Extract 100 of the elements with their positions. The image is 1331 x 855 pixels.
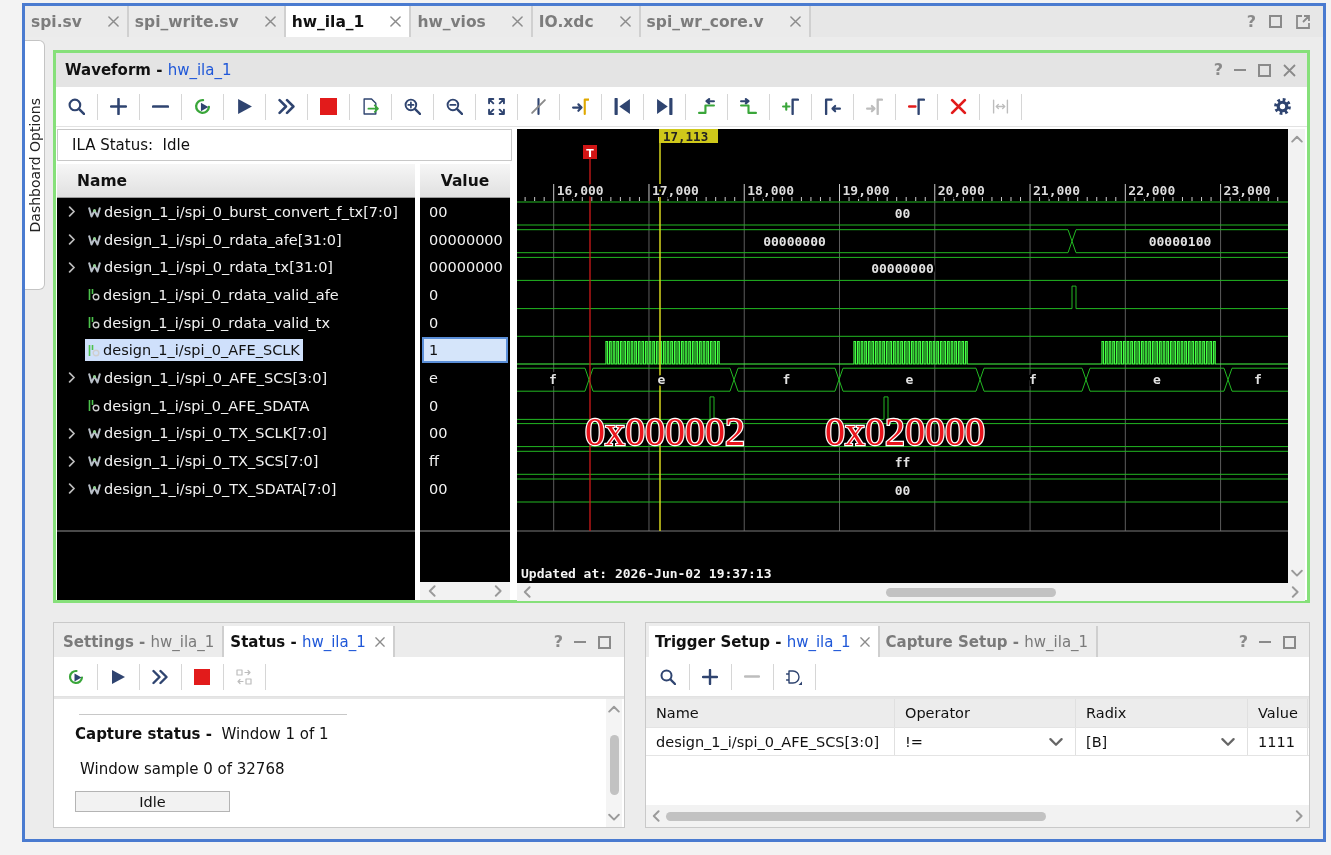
column-header[interactable]: Value	[420, 164, 510, 198]
signal-value: 1	[422, 337, 508, 364]
maximize-button[interactable]	[1266, 12, 1285, 31]
signal-name[interactable]: design_1_i/spi_0_TX_SCLK[7:0]	[85, 422, 330, 445]
close-icon[interactable]	[264, 16, 276, 27]
play-icon	[110, 668, 126, 685]
search-icon	[67, 98, 85, 115]
editor-tab[interactable]: spi_wr_core.v	[640, 6, 811, 37]
bus-value: 00000100	[1148, 233, 1212, 249]
signal-name[interactable]: design_1_i/spi_0_rdata_valid_tx	[85, 311, 334, 334]
signal-value: 0	[428, 396, 440, 416]
step-arrow-icon	[739, 98, 757, 115]
editor-tab[interactable]: IO.xdc	[532, 6, 641, 37]
column-header[interactable]: Name	[646, 699, 895, 727]
signal-name[interactable]: design_1_i/spi_0_AFE_SDATA	[85, 394, 313, 417]
signal-name[interactable]: design_1_i/spi_0_rdata_afe[31:0]	[85, 228, 345, 251]
chevron-icon[interactable]	[68, 483, 76, 495]
zoom-in-icon	[403, 98, 421, 115]
signal-name[interactable]: design_1_i/spi_0_rdata_tx[31:0]	[85, 256, 336, 279]
skip-back-icon	[613, 98, 631, 115]
chevron-left-icon[interactable]	[428, 585, 437, 597]
close-icon[interactable]	[859, 636, 870, 647]
operator-dropdown[interactable]: !=	[895, 728, 1076, 755]
panel-tab[interactable]: Trigger Setup - hw_ila_1	[649, 626, 880, 657]
close-icon[interactable]	[619, 16, 631, 27]
chevron-icon[interactable]	[68, 455, 76, 467]
stop-icon	[319, 98, 337, 115]
trigger-marker[interactable]: T	[583, 145, 597, 160]
chevron-icon[interactable]	[68, 427, 76, 439]
minimize-icon	[1259, 641, 1271, 643]
signal-value: 00	[428, 202, 449, 222]
chevron-down-icon[interactable]	[1290, 568, 1303, 577]
plus-icon	[109, 98, 127, 115]
squares-arrows-icon	[236, 668, 252, 685]
signal-name[interactable]: design_1_i/spi_0_AFE_SCLK	[85, 339, 303, 362]
scrollbar-thumb[interactable]	[609, 735, 619, 796]
chevron-right-icon[interactable]	[1290, 586, 1299, 598]
chevron-down-icon[interactable]	[608, 812, 620, 821]
signal-value: 00000000	[428, 258, 504, 278]
time-label: 22,000	[1128, 183, 1176, 198]
table-cell: 1111	[1248, 728, 1308, 755]
time-label: 23,000	[1223, 183, 1271, 198]
editor-tab[interactable]: spi.sv	[25, 6, 129, 37]
close-icon[interactable]	[107, 16, 119, 27]
signal-name[interactable]: design_1_i/spi_0_rdata_valid_afe	[85, 283, 342, 306]
radix-dropdown[interactable]: [B]	[1076, 728, 1248, 755]
bus-value: 00000000	[763, 233, 826, 249]
minimize-icon	[574, 641, 586, 643]
close-icon[interactable]	[511, 16, 523, 27]
signal-name[interactable]: design_1_i/spi_0_burst_convert_f_tx[7:0]	[85, 200, 401, 223]
step-arrow-icon	[697, 98, 715, 115]
minimize-button[interactable]	[1256, 638, 1274, 646]
column-header[interactable]: Radix	[1076, 699, 1248, 727]
signal-name[interactable]: design_1_i/spi_0_TX_SCS[7:0]	[85, 450, 322, 473]
column-header[interactable]: Value	[1248, 699, 1308, 727]
chevron-up-icon[interactable]	[1290, 135, 1303, 144]
chevron-icon[interactable]	[68, 372, 76, 384]
play-icon	[235, 98, 253, 115]
plus-marker-icon	[781, 98, 799, 115]
chevron-icon[interactable]	[68, 206, 76, 218]
chevron-left-icon[interactable]	[523, 586, 532, 598]
minimize-button[interactable]	[571, 638, 589, 646]
scrollbar-thumb[interactable]	[666, 811, 1047, 821]
arrow-marker-icon	[865, 98, 883, 115]
editor-tab[interactable]: hw_vios	[411, 6, 533, 37]
column-header[interactable]: Operator	[895, 699, 1076, 727]
editor-tab[interactable]: hw_ila_1	[285, 6, 412, 37]
expand-arrows-icon	[487, 98, 505, 115]
time-label: 20,000	[937, 183, 985, 198]
signal-value: 00	[428, 424, 449, 444]
minimize-icon	[1234, 69, 1246, 71]
chevron-icon[interactable]	[68, 234, 76, 246]
bus-signal-icon	[88, 427, 101, 440]
time-label: 19,000	[842, 183, 890, 198]
minus-icon	[151, 104, 169, 109]
panel-tab[interactable]: Status - hw_ila_1	[224, 626, 395, 657]
maximize-icon	[1258, 63, 1271, 77]
signal-name[interactable]: design_1_i/spi_0_AFE_SCS[3:0]	[85, 366, 331, 389]
chevron-icon[interactable]	[68, 261, 76, 273]
bus-value: f	[1029, 372, 1037, 388]
close-icon[interactable]	[374, 636, 385, 647]
side-tab[interactable]: Dashboard Options	[25, 40, 45, 290]
stop-icon	[194, 668, 210, 685]
minimize-button[interactable]	[1231, 66, 1249, 74]
close-icon[interactable]	[789, 16, 801, 27]
chevron-right-icon[interactable]	[493, 585, 502, 597]
column-header[interactable]: Name	[57, 164, 415, 198]
maximize-icon	[1283, 635, 1296, 649]
editor-tab[interactable]: spi_write.sv	[128, 6, 286, 37]
cursor-time-label[interactable]: 17,113	[659, 129, 718, 144]
signal-value: ff	[428, 452, 441, 472]
capture-status-text: Capture status - Window 1 of 1	[75, 725, 329, 745]
chevron-right-icon[interactable]	[1294, 810, 1303, 822]
bracket-arrows-icon	[991, 98, 1009, 115]
signal-name[interactable]: design_1_i/spi_0_TX_SDATA[7:0]	[85, 477, 340, 500]
bus-value: 00000000	[871, 261, 934, 277]
scrollbar-thumb[interactable]	[886, 587, 1057, 597]
chevron-left-icon[interactable]	[652, 810, 661, 822]
close-icon[interactable]	[390, 16, 402, 27]
chevron-up-icon[interactable]	[608, 705, 620, 714]
